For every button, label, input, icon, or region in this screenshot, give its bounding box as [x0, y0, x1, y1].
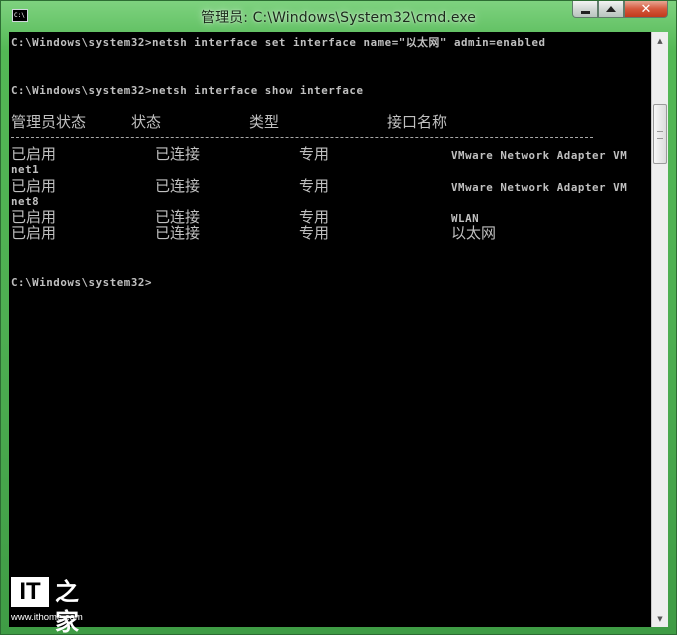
minimize-button[interactable] — [572, 1, 598, 18]
arrow-up-icon: ▲ — [657, 36, 663, 45]
row2-type: 专用 — [299, 177, 330, 195]
row1-wrap: net1 — [11, 163, 40, 176]
row3-state: 已连接 — [155, 208, 201, 226]
row2-admin-state: 已启用 — [11, 177, 57, 195]
scroll-down-button[interactable]: ▼ — [652, 610, 668, 627]
close-icon: ✕ — [640, 1, 652, 17]
vertical-scrollbar[interactable]: ▲ ▼ — [651, 32, 668, 627]
header-admin-state: 管理员状态 — [11, 113, 87, 131]
close-button[interactable]: ✕ — [624, 1, 668, 18]
minimize-icon — [580, 10, 590, 14]
row1-type: 专用 — [299, 145, 330, 163]
header-state: 状态 — [131, 113, 162, 131]
row2-interface-name: VMware Network Adapter VM — [451, 181, 628, 194]
command-line-1: C:\Windows\system32>netsh interface set … — [11, 36, 546, 49]
scroll-thumb[interactable] — [653, 104, 667, 164]
row3-type: 专用 — [299, 208, 330, 226]
header-divider — [11, 137, 593, 138]
ithome-url: www.ithome.com — [11, 612, 83, 623]
ithome-logo-it: IT — [11, 577, 49, 607]
prompt-line[interactable]: C:\Windows\system32> — [11, 276, 152, 290]
ithome-watermark: IT 之家 www.ithome.com — [9, 577, 99, 636]
header-type: 类型 — [249, 113, 280, 131]
row1-interface-name: VMware Network Adapter VM — [451, 149, 628, 162]
ithome-logo-home: 之家 — [55, 578, 79, 636]
title-bar[interactable]: C:\ 管理员: C:\Windows\System32\cmd.exe ✕ — [1, 1, 676, 31]
row4-admin-state: 已启用 — [11, 224, 57, 242]
row4-state: 已连接 — [155, 224, 201, 242]
scroll-up-button[interactable]: ▲ — [652, 32, 668, 49]
row1-state: 已连接 — [155, 145, 201, 163]
cmd-window: C:\ 管理员: C:\Windows\System32\cmd.exe ✕ C… — [0, 0, 677, 636]
grip-icon — [657, 131, 663, 139]
maximize-button[interactable] — [598, 1, 624, 18]
arrow-down-icon: ▼ — [657, 614, 663, 623]
caption-buttons: ✕ — [572, 1, 668, 19]
row1-admin-state: 已启用 — [11, 145, 57, 163]
row3-admin-state: 已启用 — [11, 208, 57, 226]
header-interface-name: 接口名称 — [387, 113, 448, 131]
maximize-icon — [606, 6, 616, 12]
row2-wrap: net8 — [11, 195, 40, 208]
command-line-2: C:\Windows\system32>netsh interface show… — [11, 84, 364, 97]
row4-type: 专用 — [299, 224, 330, 242]
row4-interface-name: 以太网 — [451, 224, 497, 242]
row2-state: 已连接 — [155, 177, 201, 195]
console-output[interactable]: C:\Windows\system32>netsh interface set … — [9, 32, 651, 627]
